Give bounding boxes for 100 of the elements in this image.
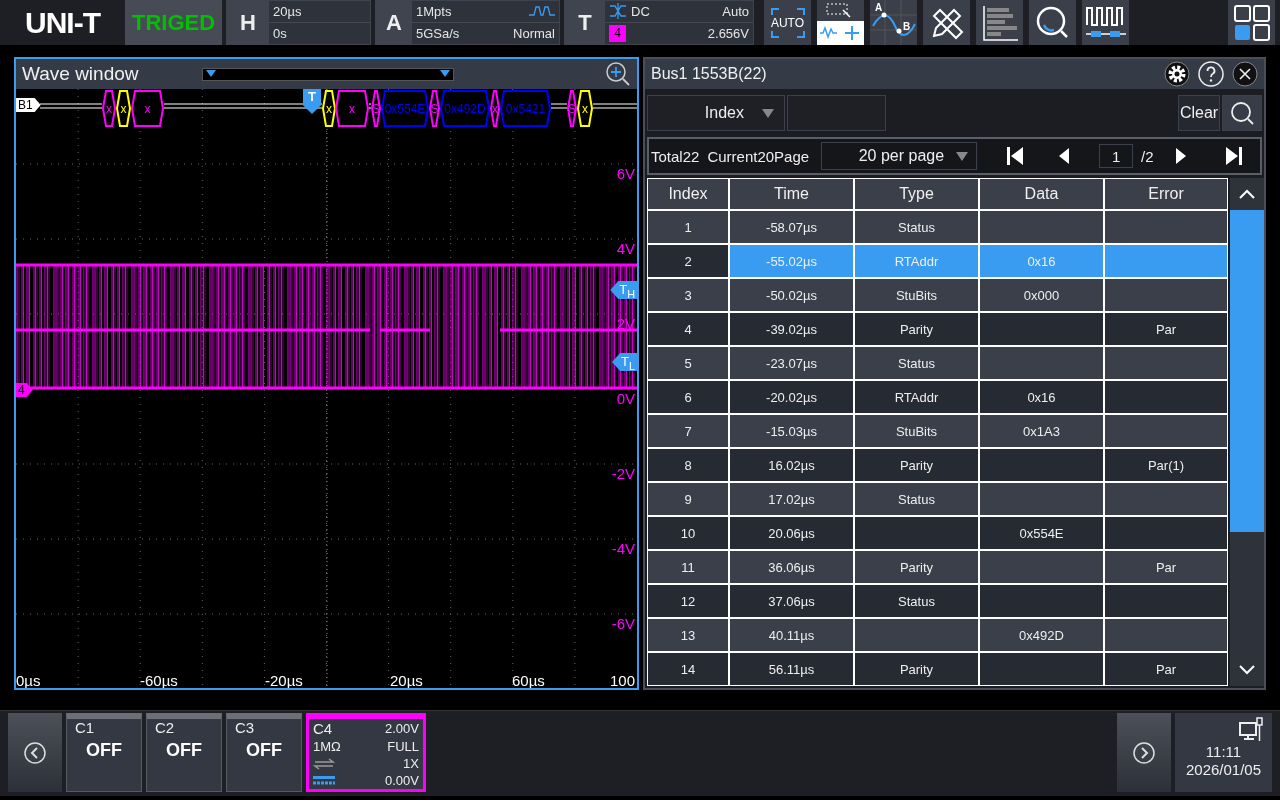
table-cell: 40.11µs <box>729 618 854 652</box>
ruler-pencil-icon[interactable] <box>923 0 970 45</box>
table-cell: 2 <box>647 244 729 278</box>
decode-packet: x <box>116 90 131 127</box>
bar-list-icon[interactable] <box>976 0 1023 45</box>
table-cell: Parity <box>854 652 979 686</box>
decode-packet: 0x5421 <box>500 90 551 127</box>
table-cell: 0x492D <box>979 618 1104 652</box>
column-select[interactable]: Index <box>647 95 785 131</box>
table-cell: 0x16 <box>979 244 1104 278</box>
table-cell: Parity <box>854 312 979 346</box>
acquisition-panel[interactable]: A 1Mpts 5GSa/s Normal <box>375 0 560 45</box>
table-cell: -39.02µs <box>729 312 854 346</box>
decode-packet: x <box>335 90 369 127</box>
decode-packet: x <box>490 90 500 127</box>
table-cell: Par <box>1104 550 1228 584</box>
scrollbar[interactable] <box>1230 178 1264 686</box>
close-icon[interactable] <box>1232 61 1258 87</box>
table-cell: Status <box>854 584 979 618</box>
zoom-window-button[interactable] <box>817 0 864 45</box>
help-icon[interactable] <box>1198 61 1224 87</box>
clock-time: 11:11 <box>1205 743 1242 761</box>
decode-packet: x <box>322 90 336 127</box>
column-header[interactable]: Type <box>854 178 979 210</box>
table-cell: Status <box>854 482 979 516</box>
column-header[interactable]: Index <box>647 178 729 210</box>
panel-title: Bus1 1553B(22) <box>651 65 768 83</box>
page-number-field[interactable]: 1 <box>1099 144 1134 168</box>
table-cell: Parity <box>854 448 979 482</box>
table-cell: 6 <box>647 380 729 414</box>
decode-packet: S <box>567 90 577 127</box>
page-total: /2 <box>1141 147 1154 165</box>
decode-icon[interactable] <box>1082 0 1129 45</box>
table-cell: 37.06µs <box>729 584 854 618</box>
table-cell: Parity <box>854 550 979 584</box>
acquisition-key[interactable]: A <box>376 1 412 44</box>
channel-card[interactable]: C2 OFF <box>146 713 222 792</box>
layout-grid-icon[interactable] <box>1228 0 1275 45</box>
channel-status: OFF <box>246 740 282 761</box>
table-cell: 3 <box>647 278 729 312</box>
decode-packet: x <box>577 90 593 127</box>
channel-card[interactable]: C3 OFF <box>226 713 302 792</box>
channel-status: OFF <box>166 740 202 761</box>
caret-down-icon <box>956 151 969 161</box>
table-cell: 0x554E <box>979 516 1104 550</box>
table-cell: Status <box>854 210 979 244</box>
trigger-status: TRIGED <box>125 0 222 45</box>
decode-packet: x <box>102 90 116 127</box>
table-cell: 13 <box>647 618 729 652</box>
channel-card[interactable]: C4 2.00V 1MΩ FULL 1X 0.00V <box>306 713 426 792</box>
trigger-key[interactable]: T <box>565 1 605 44</box>
column-header[interactable]: Data <box>979 178 1104 210</box>
table-cell: 12 <box>647 584 729 618</box>
table-cell: 1 <box>647 210 729 244</box>
per-page-select[interactable]: 20 per page <box>821 142 978 170</box>
offset-bar-icon <box>313 775 335 786</box>
table-cell: 36.06µs <box>729 550 854 584</box>
zoom-in-icon[interactable] <box>605 61 631 87</box>
table-cell: 14 <box>647 652 729 686</box>
search-icon[interactable] <box>1029 0 1076 45</box>
table-cell: -58.07µs <box>729 210 854 244</box>
voltage-label: -2V <box>611 465 635 482</box>
column-header[interactable]: Error <box>1104 178 1228 210</box>
channel-marker[interactable]: 4 <box>16 383 33 397</box>
channel-label: C3 <box>235 719 256 736</box>
horizontal-panel[interactable]: H 20µs 0s <box>226 0 371 45</box>
clear-button[interactable]: Clear <box>1178 95 1220 131</box>
trigger-panel[interactable]: T DC Auto 4 2.656V <box>564 0 754 45</box>
sample-rate: 5GSa/s <box>416 25 460 41</box>
filter-input-field[interactable] <box>787 95 886 131</box>
time-scale: 20µs <box>273 3 302 19</box>
table-cell: 17.02µs <box>729 482 854 516</box>
search-button[interactable] <box>1222 95 1262 131</box>
scroll-right-button[interactable] <box>1117 713 1171 792</box>
table-cell: 7 <box>647 414 729 448</box>
trigger-sweep: Auto <box>722 3 749 19</box>
table-cell: RTAddr <box>854 380 979 414</box>
search-icon <box>1229 100 1255 126</box>
voltage-label: -4V <box>611 540 635 557</box>
table-cell: 0x1A3 <box>979 414 1104 448</box>
settings-icon[interactable] <box>1164 61 1190 87</box>
cursor-button[interactable]: A B <box>870 0 917 45</box>
table-cell: -20.02µs <box>729 380 854 414</box>
channel-label: C4 <box>313 720 333 737</box>
channel-card[interactable]: C1 OFF <box>66 713 142 792</box>
bus-marker[interactable]: B1 <box>16 98 41 112</box>
zoom-position-bar[interactable] <box>202 67 454 81</box>
coupling-arrows-icon <box>313 757 335 770</box>
table-cell: Par(1) <box>1104 448 1228 482</box>
window-title: Wave window <box>22 63 140 85</box>
time-position: 0s <box>273 25 287 41</box>
scroll-left-button[interactable] <box>8 713 62 792</box>
decode-packet: x <box>131 90 164 127</box>
decode-packet: 0x492D <box>440 90 490 127</box>
column-header[interactable]: Time <box>729 178 854 210</box>
table-cell: 4 <box>647 312 729 346</box>
table-cell: 9 <box>647 482 729 516</box>
auto-button[interactable]: AUTO <box>764 0 811 45</box>
horizontal-key[interactable]: H <box>227 1 269 44</box>
table-cell: 20.06µs <box>729 516 854 550</box>
